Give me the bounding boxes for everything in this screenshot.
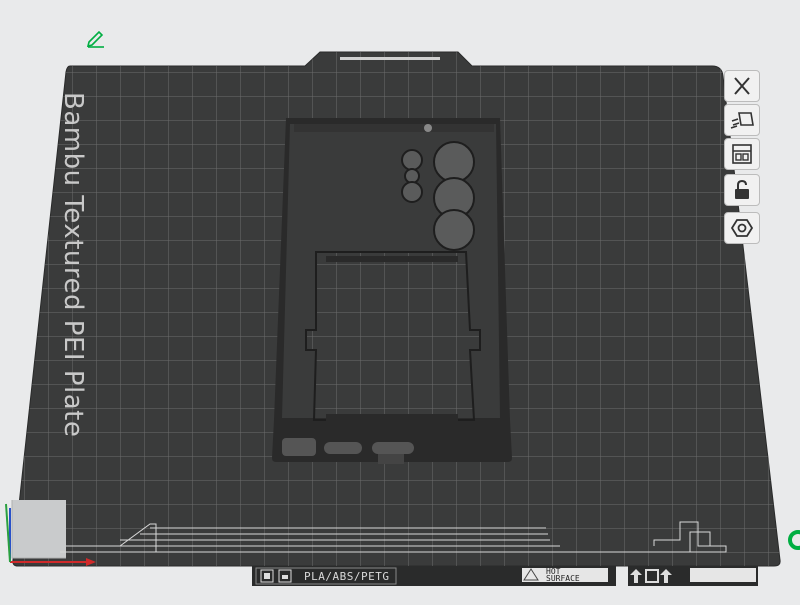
close-icon <box>734 77 750 95</box>
plate-settings-button[interactable] <box>724 212 760 244</box>
plate-number-indicator <box>786 528 800 558</box>
plate-label: Bambu Textured PEI Plate <box>58 92 88 438</box>
auto-orient-button[interactable] <box>724 104 760 136</box>
build-plate-view[interactable] <box>0 0 800 600</box>
3d-viewport[interactable]: Bambu Textured PEI Plate PLA/ABS/PETG HO… <box>0 0 800 600</box>
plate-number-glyph <box>788 530 800 550</box>
filament-label: PLA/ABS/PETG <box>304 570 390 583</box>
arrange-button[interactable] <box>724 138 760 170</box>
settings-icon <box>730 219 754 237</box>
auto-orient-icon <box>730 112 754 129</box>
plate-control-icons <box>630 569 672 583</box>
plate-type-icon <box>260 569 292 583</box>
phone-case-model <box>272 118 512 464</box>
edit-icon[interactable] <box>86 30 106 48</box>
arrange-icon <box>732 144 752 164</box>
lock-button[interactable] <box>724 174 760 206</box>
close-button[interactable] <box>724 70 760 102</box>
hot-surface-line2: SURFACE <box>546 574 580 583</box>
lock-icon <box>735 179 749 199</box>
